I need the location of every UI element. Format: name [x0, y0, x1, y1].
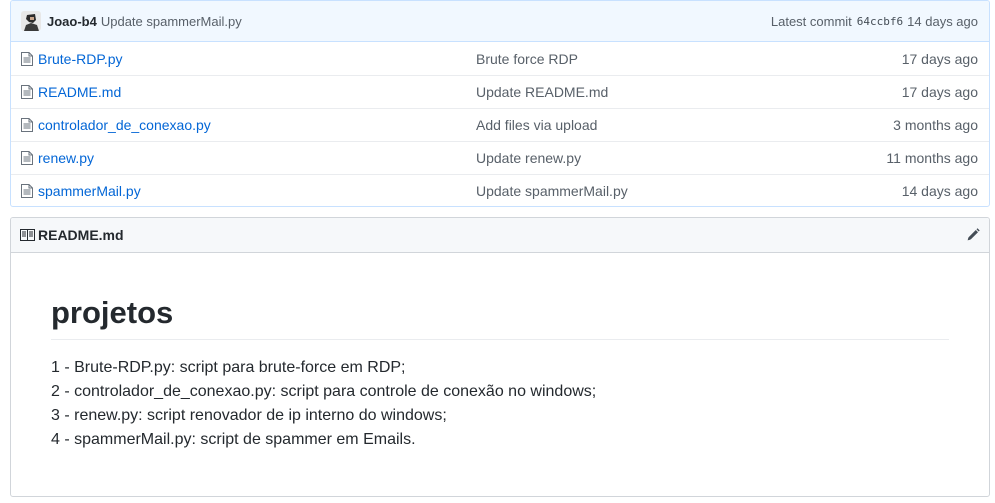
file-row[interactable]: Brute-RDP.py Brute force RDP 17 days ago: [11, 42, 989, 75]
pencil-icon[interactable]: [965, 227, 981, 243]
file-commit-message-link[interactable]: Brute force RDP: [476, 51, 902, 67]
file-commit-message-link[interactable]: Update README.md: [476, 84, 902, 100]
readme-heading: projetos: [51, 294, 949, 341]
file-name-link[interactable]: spammerMail.py: [38, 183, 476, 199]
latest-commit-label: Latest commit: [770, 13, 852, 29]
file-commit-message-link[interactable]: Update spammerMail.py: [476, 183, 902, 199]
file-row[interactable]: README.md Update README.md 17 days ago: [11, 75, 989, 108]
commit-author-link[interactable]: Joao-b4: [47, 14, 97, 29]
commit-sha-link[interactable]: 64ccbf6: [857, 15, 903, 28]
readme-line: 3 - renew.py: script renovador de ip int…: [51, 407, 447, 425]
file-age: 14 days ago: [901, 183, 978, 199]
latest-commit-bar: Joao-b4 Update spammerMail.py Latest com…: [11, 1, 989, 42]
file-text-icon: [21, 51, 33, 66]
file-age: 11 months ago: [886, 150, 978, 166]
file-commit-message-link[interactable]: Update renew.py: [476, 150, 886, 166]
file-age: 3 months ago: [893, 117, 978, 133]
book-icon: [20, 229, 35, 241]
file-browser: Joao-b4 Update spammerMail.py Latest com…: [10, 0, 990, 207]
readme-header: README.md: [11, 218, 989, 253]
file-name-link[interactable]: Brute-RDP.py: [38, 51, 476, 67]
file-age: 17 days ago: [901, 50, 978, 67]
file-row[interactable]: renew.py Update renew.py 11 months ago: [11, 141, 989, 174]
commit-message-link[interactable]: Update spammerMail.py: [101, 14, 242, 29]
file-name-link[interactable]: README.md: [38, 84, 476, 100]
author-avatar[interactable]: [21, 11, 41, 31]
file-row[interactable]: controlador_de_conexao.py Add files via u…: [11, 108, 989, 141]
readme-line: 1 - Brute-RDP.py: script para brute-forc…: [51, 359, 406, 377]
readme-line: 2 - controlador_de_conexao.py: script pa…: [51, 383, 597, 401]
file-list: Brute-RDP.py Brute force RDP 17 days ago RE…: [11, 42, 989, 206]
file-text-icon: [21, 151, 33, 165]
commit-age: 14 days ago: [907, 13, 978, 29]
readme-line: 4 - spammerMail.py: script de spammer em…: [51, 431, 416, 449]
readme-filename: README.md: [38, 227, 124, 243]
file-text-icon: [21, 184, 33, 198]
file-name-link[interactable]: renew.py: [38, 150, 476, 166]
file-text-icon: [21, 85, 33, 99]
commit-meta: Latest commit 64ccbf6 14 days ago: [771, 14, 978, 29]
readme-content: projetos 1 - Brute-RDP.py: script para b…: [11, 253, 989, 452]
readme-panel: README.md projetos 1 - Brute-RDP.py: scr…: [10, 217, 990, 497]
file-age: 17 days ago: [901, 84, 978, 100]
file-row[interactable]: spammerMail.py Update spammerMail.py 14 da…: [11, 174, 989, 206]
file-name-link[interactable]: controlador_de_conexao.py: [38, 117, 476, 133]
file-text-icon: [21, 118, 33, 132]
file-commit-message-link[interactable]: Add files via upload: [476, 117, 893, 133]
